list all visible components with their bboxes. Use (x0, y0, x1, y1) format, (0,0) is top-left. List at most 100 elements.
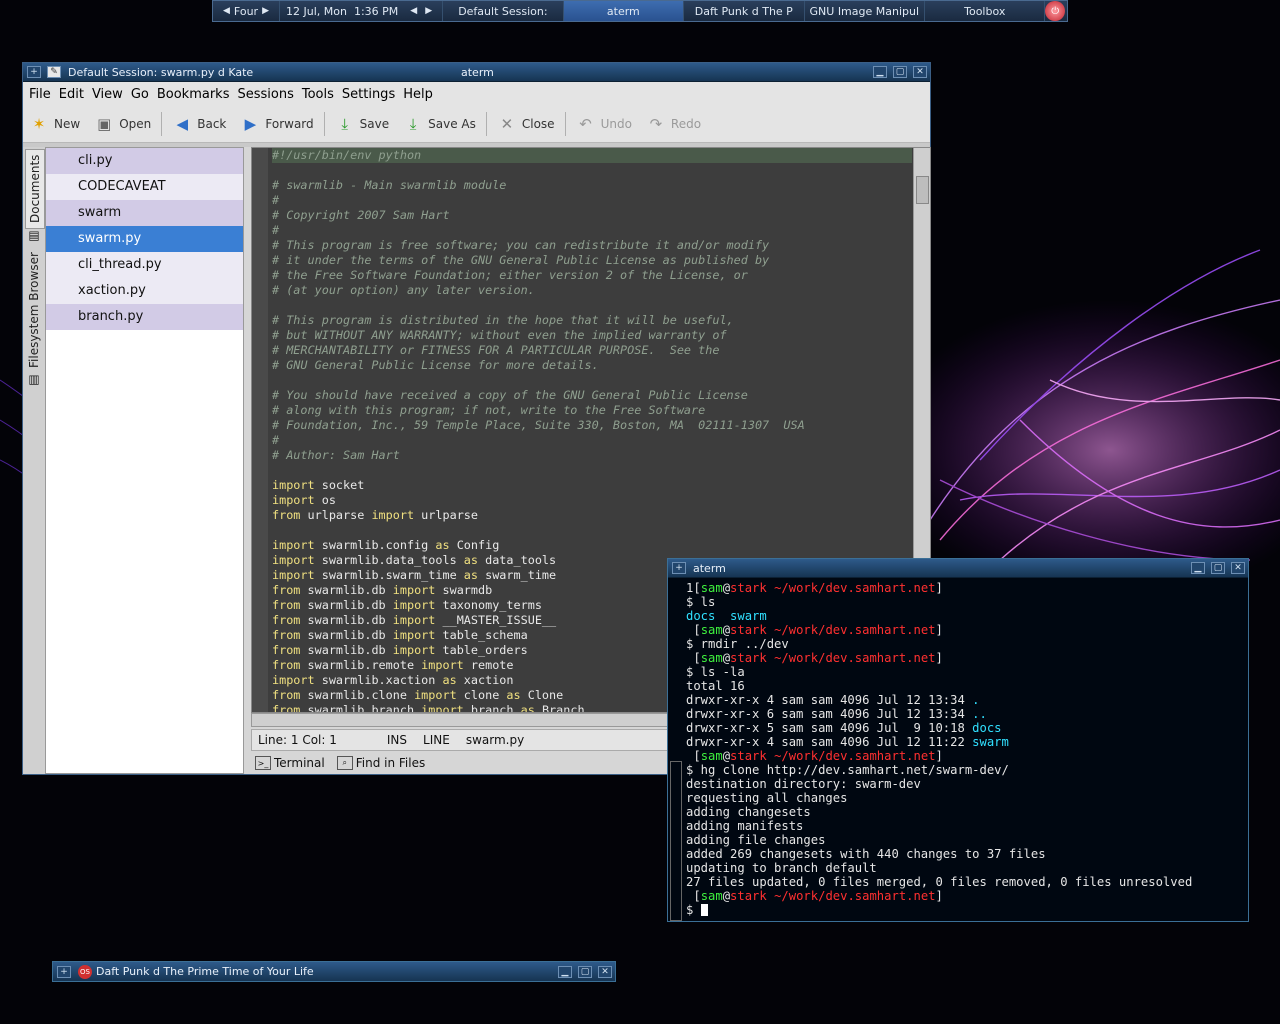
editor-gutter (252, 148, 268, 712)
task-daft-punk[interactable]: Daft Punk d The P (684, 1, 805, 21)
menu-edit[interactable]: Edit (59, 87, 84, 102)
code-line[interactable]: #!/usr/bin/env python (272, 148, 912, 163)
minimize-icon[interactable]: ▁ (873, 66, 887, 78)
terminal-line: [sam@stark ~/work/dev.samhart.net] (686, 889, 1192, 903)
code-line[interactable]: from urlparse import urlparse (272, 508, 912, 523)
open-button[interactable]: ▣ Open (94, 114, 151, 134)
code-line[interactable]: # the Free Software Foundation; either v… (272, 268, 912, 283)
pin-icon[interactable]: + (672, 562, 686, 574)
doc-item[interactable]: cli_thread.py (46, 252, 243, 278)
menu-sessions[interactable]: Sessions (237, 87, 293, 102)
toolbar-separator (485, 112, 487, 136)
maximize-icon[interactable]: ▢ (578, 965, 592, 978)
code-line[interactable]: # swarmlib - Main swarmlib module (272, 178, 912, 193)
code-line[interactable]: # it under the terms of the GNU General … (272, 253, 912, 268)
next-task-icon[interactable]: ▶ (421, 6, 436, 16)
selection-mode[interactable]: LINE (423, 733, 450, 747)
undo-button[interactable]: ↶ Undo (576, 114, 632, 134)
tab-documents[interactable]: Documents (25, 149, 45, 229)
close-doc-button[interactable]: ✕ Close (497, 114, 555, 134)
terminal-output[interactable]: 1[sam@stark ~/work/dev.samhart.net] $ ls d… (686, 581, 1192, 917)
close-icon[interactable]: ✕ (598, 965, 612, 978)
doc-item[interactable]: xaction.py (46, 278, 243, 304)
code-line[interactable]: # MERCHANTABILITY or FITNESS FOR A PARTI… (272, 343, 912, 358)
minimize-icon[interactable]: ▁ (1191, 562, 1205, 574)
forward-button[interactable]: ▶ Forward (240, 114, 314, 134)
terminal-scrollbar[interactable] (670, 761, 682, 921)
save-button[interactable]: ⤓ Save (335, 114, 389, 134)
code-line[interactable]: import swarmlib.config as Config (272, 538, 912, 553)
task-gimp[interactable]: GNU Image Manipul (805, 1, 926, 21)
aterm-titlebar[interactable]: + aterm ▁ ▢ ✕ (668, 559, 1248, 578)
prev-desktop-icon[interactable]: ◀ (219, 6, 234, 16)
back-button[interactable]: ◀ Back (172, 114, 226, 134)
code-line[interactable]: # (at your option) any later version. (272, 283, 912, 298)
code-line[interactable]: # Author: Sam Hart (272, 448, 912, 463)
tab-find-in-files[interactable]: ⌕ Find in Files (333, 756, 425, 770)
menu-file[interactable]: File (29, 87, 51, 102)
insert-mode[interactable]: INS (387, 733, 407, 747)
code-line[interactable]: # This program is distributed in the hop… (272, 313, 912, 328)
doc-item[interactable]: cli.py (46, 148, 243, 174)
panel-splitter[interactable] (244, 147, 250, 774)
code-line[interactable]: import os (272, 493, 912, 508)
tab-filesystem-browser[interactable]: Filesystem Browser (25, 249, 43, 371)
menu-view[interactable]: View (92, 87, 123, 102)
code-line[interactable]: # but WITHOUT ANY WARRANTY; without even… (272, 328, 912, 343)
minimized-window-daft-punk[interactable]: + OS Daft Punk d The Prime Time of Your … (52, 961, 616, 982)
minimize-icon[interactable]: ▁ (558, 965, 572, 978)
new-button[interactable]: ✶ New (29, 114, 80, 134)
code-line[interactable]: # Copyright 2007 Sam Hart (272, 208, 912, 223)
task-default-session[interactable]: Default Session: (443, 1, 564, 21)
code-line[interactable]: # Foundation, Inc., 59 Temple Place, Sui… (272, 418, 912, 433)
tab-terminal[interactable]: >_ Terminal (251, 756, 325, 770)
doc-item-selected[interactable]: swarm.py (46, 226, 243, 252)
mini-titlebar[interactable]: + OS Daft Punk d The Prime Time of Your … (53, 962, 615, 981)
kate-app-icon: ✎ (47, 66, 61, 78)
menu-help[interactable]: Help (403, 87, 433, 102)
code-line[interactable] (272, 463, 912, 478)
pin-icon[interactable]: + (57, 965, 71, 978)
task-aterm[interactable]: aterm (563, 1, 685, 21)
code-line[interactable] (272, 298, 912, 313)
redo-button[interactable]: ↷ Redo (646, 114, 701, 134)
desktop-pager[interactable]: ◀ Four ▶ (213, 1, 281, 21)
pin-icon[interactable]: + (27, 66, 41, 78)
menu-tools[interactable]: Tools (302, 87, 334, 102)
code-line[interactable] (272, 523, 912, 538)
code-line[interactable] (272, 163, 912, 178)
code-line[interactable]: # GNU General Public License for more de… (272, 358, 912, 373)
clock[interactable]: 12 Jul, Mon 1:36 PM ◀ ▶ (280, 1, 444, 21)
code-line[interactable] (272, 373, 912, 388)
toolbox-button[interactable]: Toolbox (925, 1, 1046, 21)
task-label: Daft Punk d The P (694, 4, 793, 18)
tool-view-tabs: >_ Terminal ⌕ Find in Files (251, 753, 683, 773)
maximize-icon[interactable]: ▢ (893, 66, 907, 78)
logout-icon[interactable]: ⏻ (1045, 1, 1066, 21)
menu-settings[interactable]: Settings (342, 87, 395, 102)
menu-go[interactable]: Go (131, 87, 149, 102)
code-line[interactable]: # You should have received a copy of the… (272, 388, 912, 403)
kate-titlebar[interactable]: + ✎ Default Session: swarm.py d Kate ate… (23, 63, 930, 82)
next-desktop-icon[interactable]: ▶ (258, 6, 273, 16)
close-icon[interactable]: ✕ (1231, 562, 1245, 574)
code-line[interactable]: # (272, 223, 912, 238)
terminal-area[interactable]: 1[sam@stark ~/work/dev.samhart.net] $ ls d… (668, 578, 1248, 921)
code-line[interactable]: # along with this program; if not, write… (272, 403, 912, 418)
task-label: GNU Image Manipul (809, 4, 920, 18)
save-as-button[interactable]: ⤓ Save As (403, 114, 476, 134)
doc-item[interactable]: swarm (46, 200, 243, 226)
editor-horizontal-scrollbar[interactable] (251, 713, 683, 727)
code-line[interactable]: # (272, 433, 912, 448)
code-line[interactable]: # (272, 193, 912, 208)
menu-bookmarks[interactable]: Bookmarks (157, 87, 230, 102)
doc-item[interactable]: branch.py (46, 304, 243, 330)
scrollbar-thumb[interactable] (916, 176, 929, 204)
code-line[interactable]: # This program is free software; you can… (272, 238, 912, 253)
maximize-icon[interactable]: ▢ (1211, 562, 1225, 574)
close-icon[interactable]: ✕ (913, 66, 927, 78)
terminal-line: drwxr-xr-x 6 sam sam 4096 Jul 12 13:34 .… (686, 707, 1192, 721)
prev-task-icon[interactable]: ◀ (406, 6, 421, 16)
code-line[interactable]: import socket (272, 478, 912, 493)
doc-item[interactable]: CODECAVEAT (46, 174, 243, 200)
